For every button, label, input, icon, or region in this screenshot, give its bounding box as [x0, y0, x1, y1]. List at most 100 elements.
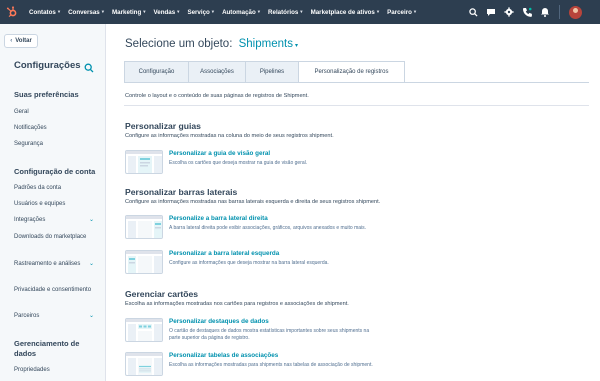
page-title: Selecione um objeto: Shipments ▾: [125, 38, 298, 50]
customize-left-sidebar-link[interactable]: Personalizar a barra lateral esquerda: [169, 250, 279, 257]
section-description: Escolha as informações mostradas nos car…: [125, 301, 349, 307]
nav-item-automacao[interactable]: Automação ▾: [218, 0, 264, 24]
nav-item-conversas[interactable]: Conversas ▾: [64, 0, 108, 24]
tab-associacoes[interactable]: Associações: [188, 61, 245, 83]
search-icon[interactable]: [464, 0, 482, 24]
sidebar-item-rastreamento-e-analises[interactable]: Rastreamento e análises ⌄: [14, 260, 100, 268]
card-description: Escolha as informações mostradas para sh…: [169, 362, 373, 368]
nav-item-marketing[interactable]: Marketing ▾: [108, 0, 150, 24]
nav-item-label: Automação: [222, 8, 256, 16]
card-description: O cartão de destaques de dados mostra es…: [169, 328, 370, 341]
nav-item-vendas[interactable]: Vendas ▾: [150, 0, 184, 24]
nav-item-servico[interactable]: Serviço ▾: [183, 0, 218, 24]
sidebar-item-downloads-do-marketplace[interactable]: Downloads do marketplace: [14, 233, 100, 241]
nav-item-parceiro[interactable]: Parceiro ▾: [383, 0, 420, 24]
sidebar-item-geral[interactable]: Geral: [14, 108, 100, 116]
page-title-prefix: Selecione um objeto:: [125, 38, 233, 50]
chevron-down-icon: ▾: [413, 9, 417, 14]
nav-item-label: Relatórios: [268, 8, 299, 16]
tab-label: Personalização de registros: [314, 69, 389, 75]
sidebar-item-integracoes[interactable]: Integrações ⌄: [14, 216, 100, 224]
tab-label: Configuração: [138, 69, 175, 75]
sidebar-section-account-setup: Configuração de conta: [14, 167, 96, 176]
object-selector-dropdown[interactable]: Shipments ▾: [239, 38, 298, 50]
customize-right-sidebar-link[interactable]: Personalize a barra lateral direita: [169, 215, 268, 222]
sidebar-item-seguranca[interactable]: Segurança: [14, 140, 100, 148]
section-divider: [124, 105, 589, 106]
sidebar-title: Configurações: [14, 60, 81, 71]
sidebar-item-label: Notificações: [14, 125, 47, 131]
nav-item-contatos[interactable]: Contatos ▾: [25, 0, 64, 24]
sidebar-item-label: Downloads do marketplace: [14, 234, 87, 240]
sidebar-item-padroes-da-conta[interactable]: Padrões da conta: [14, 184, 100, 192]
customize-data-highlights-link[interactable]: Personalizar destaques de dados: [169, 318, 269, 325]
sidebar-item-label: Rastreamento e análises: [14, 261, 81, 267]
nav-item-label: Contatos: [29, 8, 56, 16]
settings-icon[interactable]: [500, 0, 518, 24]
tab-pipelines[interactable]: Pipelines: [245, 61, 298, 83]
sidebar-item-propriedades[interactable]: Propriedades: [14, 366, 100, 374]
help-icon[interactable]: [482, 0, 500, 24]
calling-icon[interactable]: [518, 0, 536, 24]
sidebar-item-label: Usuários e equipes: [14, 201, 66, 207]
nav-item-label: Serviço: [187, 8, 210, 16]
chevron-down-icon: ▾: [211, 9, 215, 14]
preview-thumbnail: [125, 250, 163, 274]
sidebar-section-data-management: Gerenciamento de dados: [14, 339, 80, 358]
hubspot-logo-icon[interactable]: [0, 0, 24, 24]
intro-text: Controle o layout e o conteúdo de suas p…: [125, 93, 309, 99]
card-description: A barra lateral direita pode exibir asso…: [169, 225, 367, 231]
chevron-down-icon: ▾: [177, 9, 180, 14]
tab-personalizacao-de-registros[interactable]: Personalização de registros: [298, 61, 405, 83]
customize-overview-tab-link[interactable]: Personalizar a guia de visão geral: [169, 150, 270, 157]
chevron-down-icon: ▾: [294, 43, 298, 49]
chevron-down-icon: ⌄: [88, 313, 94, 319]
chevron-down-icon: ⌄: [88, 217, 94, 223]
chevron-left-icon: ‹: [10, 38, 13, 44]
chevron-down-icon: ⌄: [88, 261, 94, 267]
nav-item-label: Parceiro: [387, 8, 412, 16]
back-button-label: Voltar: [15, 38, 32, 44]
sidebar-item-usuarios-e-equipes[interactable]: Usuários e equipes: [14, 200, 100, 208]
nav-item-label: Marketplace de ativos: [310, 8, 375, 16]
chevron-down-icon: ▾: [300, 9, 303, 14]
chevron-down-icon: ▾: [376, 9, 380, 14]
sidebar-item-notificacoes[interactable]: Notificações: [14, 124, 100, 132]
customize-association-tables-link[interactable]: Personalizar tabelas de associações: [169, 352, 278, 359]
sidebar-item-label: Privacidade e consentimento: [14, 287, 92, 293]
preview-thumbnail: [125, 215, 163, 239]
nav-item-relatorios[interactable]: Relatórios ▾: [264, 0, 307, 24]
object-selector-value: Shipments: [238, 38, 293, 50]
sidebar-item-label: Segurança: [14, 141, 44, 147]
nav-divider: [559, 5, 560, 19]
nav-item-label: Marketing: [112, 8, 142, 16]
preview-thumbnail: [125, 150, 163, 174]
back-button[interactable]: ‹ Voltar: [4, 34, 38, 48]
sidebar-item-label: Propriedades: [14, 367, 50, 373]
sidebar-item-parceiros[interactable]: Parceiros ⌄: [14, 312, 100, 320]
chevron-down-icon: ▾: [257, 9, 261, 14]
card-description: Escolha os cartões que deseja mostrar na…: [169, 160, 308, 166]
section-title-personalizar-guias: Personalizar guias: [125, 121, 201, 131]
preview-thumbnail: [125, 318, 163, 342]
nav-item-label: Conversas: [68, 8, 100, 16]
sidebar-item-label: Parceiros: [14, 313, 40, 319]
sidebar-item-label: Integrações: [14, 217, 46, 223]
tab-label: Associações: [200, 69, 234, 75]
user-avatar[interactable]: [569, 5, 582, 19]
nav-item-marketplace[interactable]: Marketplace de ativos ▾: [307, 0, 384, 24]
search-icon[interactable]: [84, 60, 94, 73]
notifications-icon[interactable]: [536, 0, 554, 24]
tabs-divider: [124, 82, 589, 83]
section-title-personalizar-barras-laterais: Personalizar barras laterais: [125, 187, 238, 197]
tab-configuracao[interactable]: Configuração: [124, 61, 188, 83]
card-description: Configure as informações que deseja most…: [169, 260, 329, 266]
sidebar-item-privacidade-e-consentimento[interactable]: Privacidade e consentimento: [14, 286, 100, 294]
main-content: Selecione um objeto: Shipments ▾ Configur…: [107, 24, 600, 381]
chevron-down-icon: ▾: [143, 9, 146, 14]
settings-sidebar: ‹ Voltar Configurações Suas preferências…: [0, 24, 106, 381]
preview-thumbnail: [125, 352, 163, 376]
chevron-down-icon: ▾: [57, 9, 61, 14]
object-tabs: Configuração Associações Pipelines Perso…: [124, 61, 405, 83]
top-navigation-bar: Contatos ▾ Conversas ▾ Marketing ▾ Vendas ▾ …: [0, 0, 600, 24]
